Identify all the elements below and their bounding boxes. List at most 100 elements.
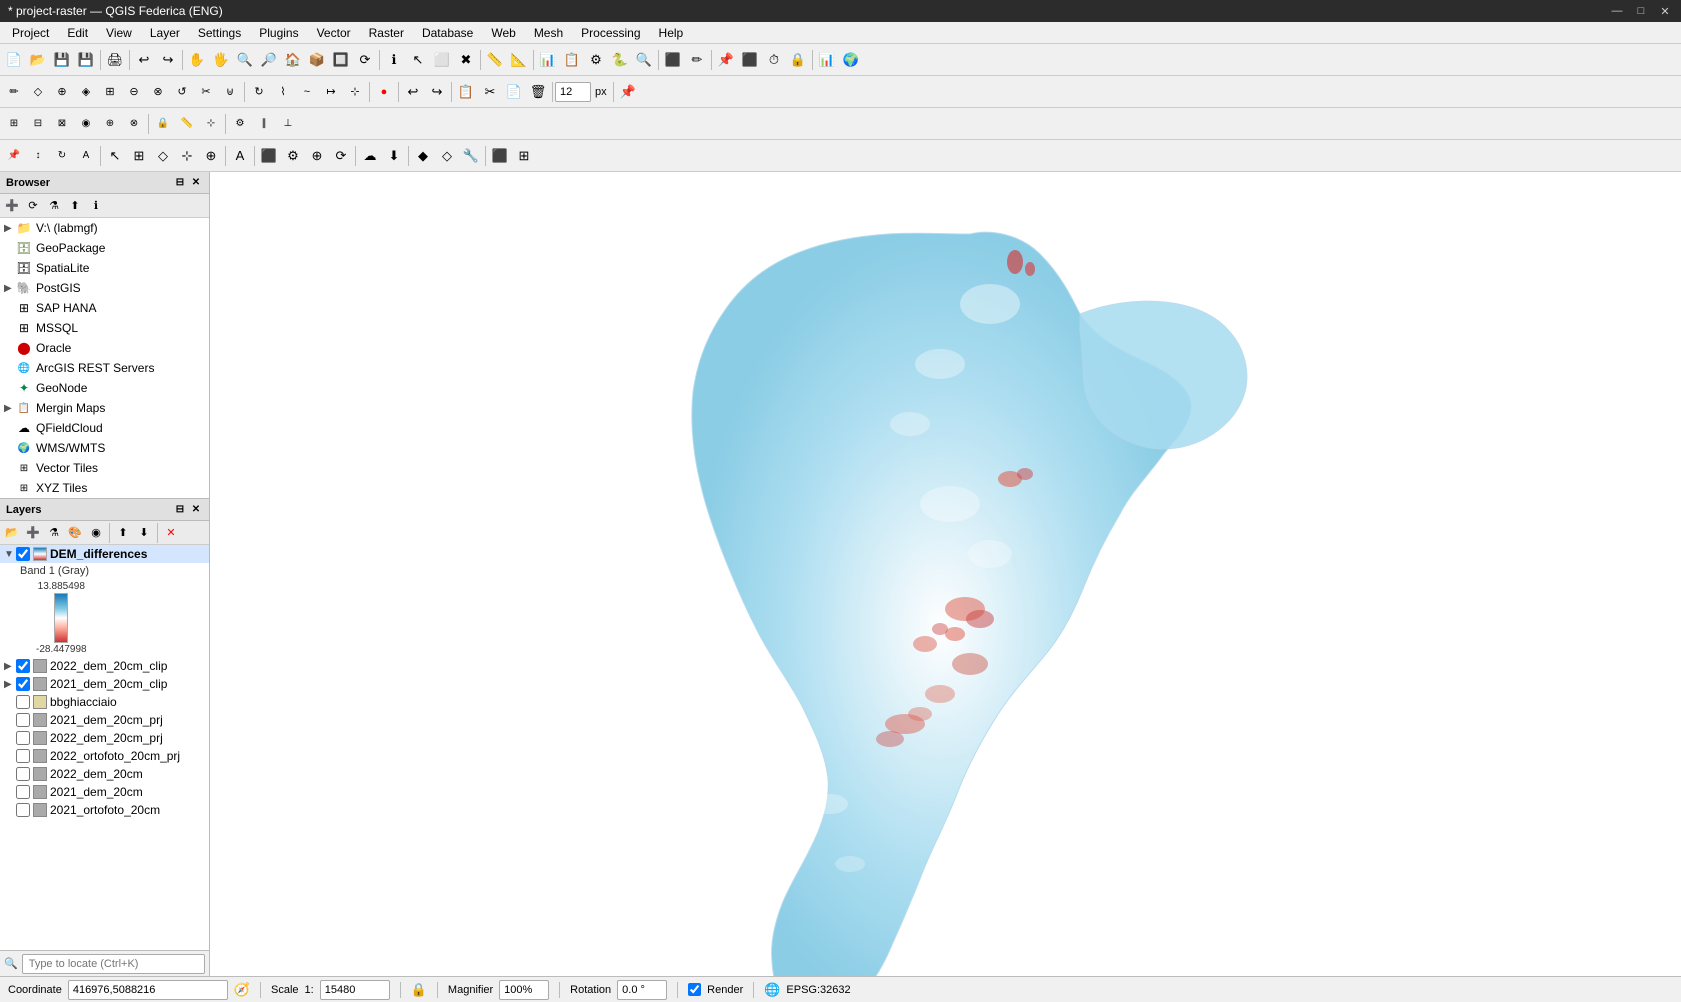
- layer-2022-dem[interactable]: 2022_dem_20cm: [0, 765, 209, 783]
- tree-item-v-drive[interactable]: ▶ 📁 V:\ (labmgf): [0, 218, 209, 238]
- layers-move-down-btn[interactable]: ⬇: [134, 523, 154, 543]
- add-map-btn[interactable]: ⊕: [305, 144, 329, 168]
- cursor-btn[interactable]: ↖: [103, 144, 127, 168]
- perp-btn[interactable]: ⊥: [276, 112, 300, 136]
- zoom-out-btn[interactable]: 🔎: [257, 48, 281, 72]
- cloud-upload-btn[interactable]: ☁: [358, 144, 382, 168]
- settings-gear-btn[interactable]: ⚙: [281, 144, 305, 168]
- menu-layer[interactable]: Layer: [142, 24, 188, 42]
- refresh-btn[interactable]: ⟳: [353, 48, 377, 72]
- fill-ring-btn[interactable]: ⊞: [98, 80, 122, 104]
- paste-btn[interactable]: 📋: [454, 80, 478, 104]
- tree-item-sap-hana[interactable]: ⊞ SAP HANA: [0, 298, 209, 318]
- chart-btn[interactable]: 📊: [815, 48, 839, 72]
- delete-part-btn[interactable]: ⊗: [146, 80, 170, 104]
- layers-close-btn[interactable]: ✕: [189, 503, 203, 517]
- snap-none-btn[interactable]: ⊠: [50, 112, 74, 136]
- snap-all-btn[interactable]: ⊞: [2, 112, 26, 136]
- pan-btn[interactable]: ✋: [185, 48, 209, 72]
- adv-dig-btn[interactable]: ◉: [74, 112, 98, 136]
- 3d-fly-btn[interactable]: ◇: [435, 144, 459, 168]
- scale-input[interactable]: [320, 980, 390, 1000]
- sel-vertex-btn[interactable]: ◇: [151, 144, 175, 168]
- attr-table-btn[interactable]: 📋: [560, 48, 584, 72]
- parallel-btn[interactable]: ∥: [252, 112, 276, 136]
- zoom-full-btn[interactable]: 🏠: [281, 48, 305, 72]
- layers-theme-btn[interactable]: ◉: [86, 523, 106, 543]
- snap-sel-btn[interactable]: ⊟: [26, 112, 50, 136]
- menu-project[interactable]: Project: [4, 24, 57, 42]
- reshape-btn[interactable]: ↺: [170, 80, 194, 104]
- copy-btn[interactable]: 📄: [502, 80, 526, 104]
- layers-move-up-btn[interactable]: ⬆: [113, 523, 133, 543]
- tree-item-spatialite[interactable]: 🗄 SpatiaLite: [0, 258, 209, 278]
- check-2021-ortofoto[interactable]: [16, 803, 30, 817]
- new-project-btn[interactable]: 📄: [2, 48, 26, 72]
- lock-xy-btn[interactable]: ⊹: [199, 112, 223, 136]
- bearing-btn[interactable]: ⊕: [98, 112, 122, 136]
- layers-open-btn[interactable]: 📂: [2, 523, 22, 543]
- browser-float-btn[interactable]: ⊟: [173, 176, 187, 190]
- print-btn[interactable]: 🖨: [103, 48, 127, 72]
- check-2022-dem[interactable]: [16, 767, 30, 781]
- check-bbghiacciaio[interactable]: [16, 695, 30, 709]
- browser-add-btn[interactable]: ➕: [2, 196, 22, 216]
- zoom-select-btn[interactable]: 🔲: [329, 48, 353, 72]
- layer-2022-dem-clip[interactable]: ▶ 2022_dem_20cm_clip: [0, 657, 209, 675]
- edit-node-btn[interactable]: ◇: [26, 80, 50, 104]
- menu-settings[interactable]: Settings: [190, 24, 249, 42]
- processing-btn[interactable]: ⚙: [584, 48, 608, 72]
- menu-vector[interactable]: Vector: [309, 24, 359, 42]
- move-vertex-btn[interactable]: ⊹: [175, 144, 199, 168]
- search-input[interactable]: [22, 954, 205, 974]
- layers-add-btn[interactable]: ➕: [23, 523, 43, 543]
- browser-filter-btn[interactable]: ⚗: [44, 196, 64, 216]
- new-spatial-btn[interactable]: ⬛: [661, 48, 685, 72]
- check-2022-dem-clip[interactable]: [16, 659, 30, 673]
- magnifier-input[interactable]: [499, 980, 549, 1000]
- tree-item-mssql[interactable]: ⊞ MSSQL: [0, 318, 209, 338]
- browser-collapse-btn[interactable]: ⬆: [65, 196, 85, 216]
- tree-item-postgis[interactable]: ▶ 🐘 PostGIS: [0, 278, 209, 298]
- constraint-btn[interactable]: ⊗: [122, 112, 146, 136]
- move-btn[interactable]: ⊹: [343, 80, 367, 104]
- layer-2021-dem-clip[interactable]: ▶ 2021_dem_20cm_clip: [0, 675, 209, 693]
- tree-item-geopackage[interactable]: 🗄 GeoPackage: [0, 238, 209, 258]
- epsg-label[interactable]: EPSG:32632: [786, 984, 850, 996]
- tree-item-qfieldcloud[interactable]: ☁ QFieldCloud: [0, 418, 209, 438]
- construction-btn[interactable]: ⚙: [228, 112, 252, 136]
- check-2022-ortofoto-prj[interactable]: [16, 749, 30, 763]
- wrench-btn[interactable]: 🔧: [459, 144, 483, 168]
- select-feat-btn[interactable]: ⊞: [127, 144, 151, 168]
- tree-item-mergin-maps[interactable]: ▶ 📋 Mergin Maps: [0, 398, 209, 418]
- maximize-button[interactable]: □: [1633, 3, 1649, 19]
- menu-processing[interactable]: Processing: [573, 24, 648, 42]
- redo-edit-btn[interactable]: ↪: [425, 80, 449, 104]
- topology-btn[interactable]: ⊞: [512, 144, 536, 168]
- label-move-btn[interactable]: ↕: [26, 144, 50, 168]
- globe-btn[interactable]: 🌍: [839, 48, 863, 72]
- layer-2022-ortofoto-prj[interactable]: 2022_ortofoto_20cm_prj: [0, 747, 209, 765]
- rotation-input[interactable]: [617, 980, 667, 1000]
- add-vertex-btn[interactable]: ⊕: [199, 144, 223, 168]
- layers-style-btn[interactable]: 🎨: [65, 523, 85, 543]
- redo-btn[interactable]: ↪: [156, 48, 180, 72]
- minimize-button[interactable]: —: [1609, 3, 1625, 19]
- coordinate-input[interactable]: [68, 980, 228, 1000]
- menu-mesh[interactable]: Mesh: [526, 24, 571, 42]
- menu-database[interactable]: Database: [414, 24, 481, 42]
- smooth-btn[interactable]: ~: [295, 80, 319, 104]
- select-btn[interactable]: ↖: [406, 48, 430, 72]
- zoom-in-btn[interactable]: 🔍: [233, 48, 257, 72]
- red-snap-btn[interactable]: ●: [372, 80, 396, 104]
- label-change-btn[interactable]: A: [74, 144, 98, 168]
- layer-dem-diff[interactable]: ▼ DEM_differences: [0, 545, 209, 563]
- lock-btn[interactable]: 🔒: [786, 48, 810, 72]
- label-pin-btn[interactable]: 📌: [2, 144, 26, 168]
- layer-2021-dem[interactable]: 2021_dem_20cm: [0, 783, 209, 801]
- rotate-btn[interactable]: ↻: [247, 80, 271, 104]
- simplify-btn[interactable]: ⌇: [271, 80, 295, 104]
- measure-btn[interactable]: 📏: [483, 48, 507, 72]
- delete-btn[interactable]: 🗑: [526, 80, 550, 104]
- menu-plugins[interactable]: Plugins: [251, 24, 306, 42]
